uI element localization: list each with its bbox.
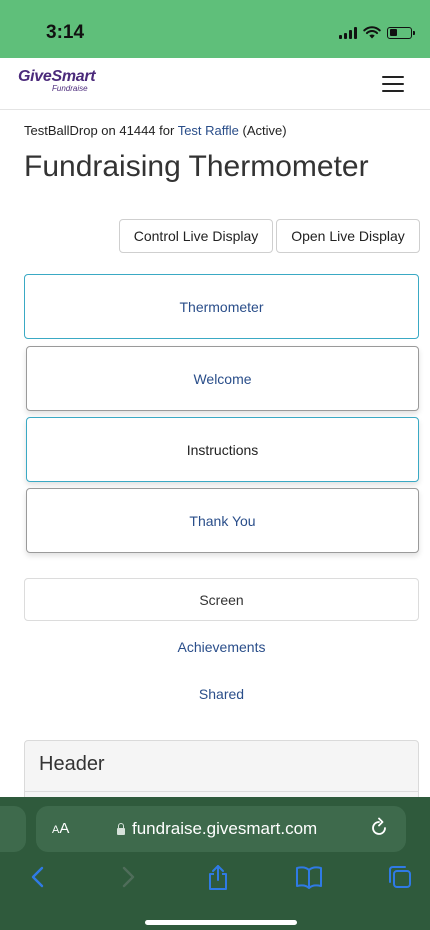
status-bar: 3:14 [0, 0, 430, 58]
screen-item-welcome[interactable]: Welcome [26, 346, 419, 411]
home-indicator [145, 920, 297, 925]
tab-screen[interactable]: Screen [24, 578, 419, 621]
tab-achievements[interactable]: Achievements [24, 636, 419, 658]
share-icon[interactable] [204, 864, 232, 890]
breadcrumb: TestBallDrop on 41444 for Test Raffle (A… [24, 123, 287, 138]
url-display[interactable]: fundraise.givesmart.com [116, 819, 317, 839]
app-header: GiveSmart Fundraise [0, 58, 430, 110]
status-time: 3:14 [46, 22, 85, 43]
panel-divider [25, 791, 418, 792]
breadcrumb-link-test-raffle[interactable]: Test Raffle [178, 123, 239, 138]
panel-title: Header [39, 753, 105, 775]
status-icons [339, 26, 415, 39]
tabs-icon[interactable] [386, 864, 414, 890]
screen-item-thank-you[interactable]: Thank You [26, 488, 419, 553]
text-size-button[interactable]: AA [52, 820, 69, 837]
address-bar[interactable]: AA fundraise.givesmart.com [36, 806, 406, 852]
breadcrumb-prefix: TestBallDrop on 41444 for [24, 123, 178, 138]
tab-shared[interactable]: Shared [24, 683, 419, 705]
bookmarks-icon[interactable] [295, 864, 323, 890]
wifi-icon [363, 26, 381, 39]
previous-tab-preview[interactable] [0, 806, 26, 852]
back-icon[interactable] [24, 864, 52, 890]
page-title: Fundraising Thermometer [24, 150, 369, 183]
battery-icon [387, 26, 415, 39]
url-text: fundraise.givesmart.com [132, 819, 318, 838]
forward-icon[interactable] [114, 864, 142, 890]
control-live-display-button[interactable]: Control Live Display [119, 219, 273, 253]
signal-icon [339, 26, 357, 39]
givesmart-logo[interactable]: GiveSmart Fundraise [18, 68, 96, 93]
open-live-display-button[interactable]: Open Live Display [276, 219, 420, 253]
screen-item-thermometer[interactable]: Thermometer [24, 274, 419, 339]
hamburger-icon[interactable] [382, 76, 404, 92]
text-size-large-a: A [59, 820, 70, 837]
lock-icon [116, 823, 126, 835]
battery-fill [389, 29, 397, 36]
screen-item-instructions[interactable]: Instructions [26, 417, 419, 482]
breadcrumb-suffix: (Active) [238, 123, 287, 138]
reload-icon[interactable] [368, 816, 390, 840]
